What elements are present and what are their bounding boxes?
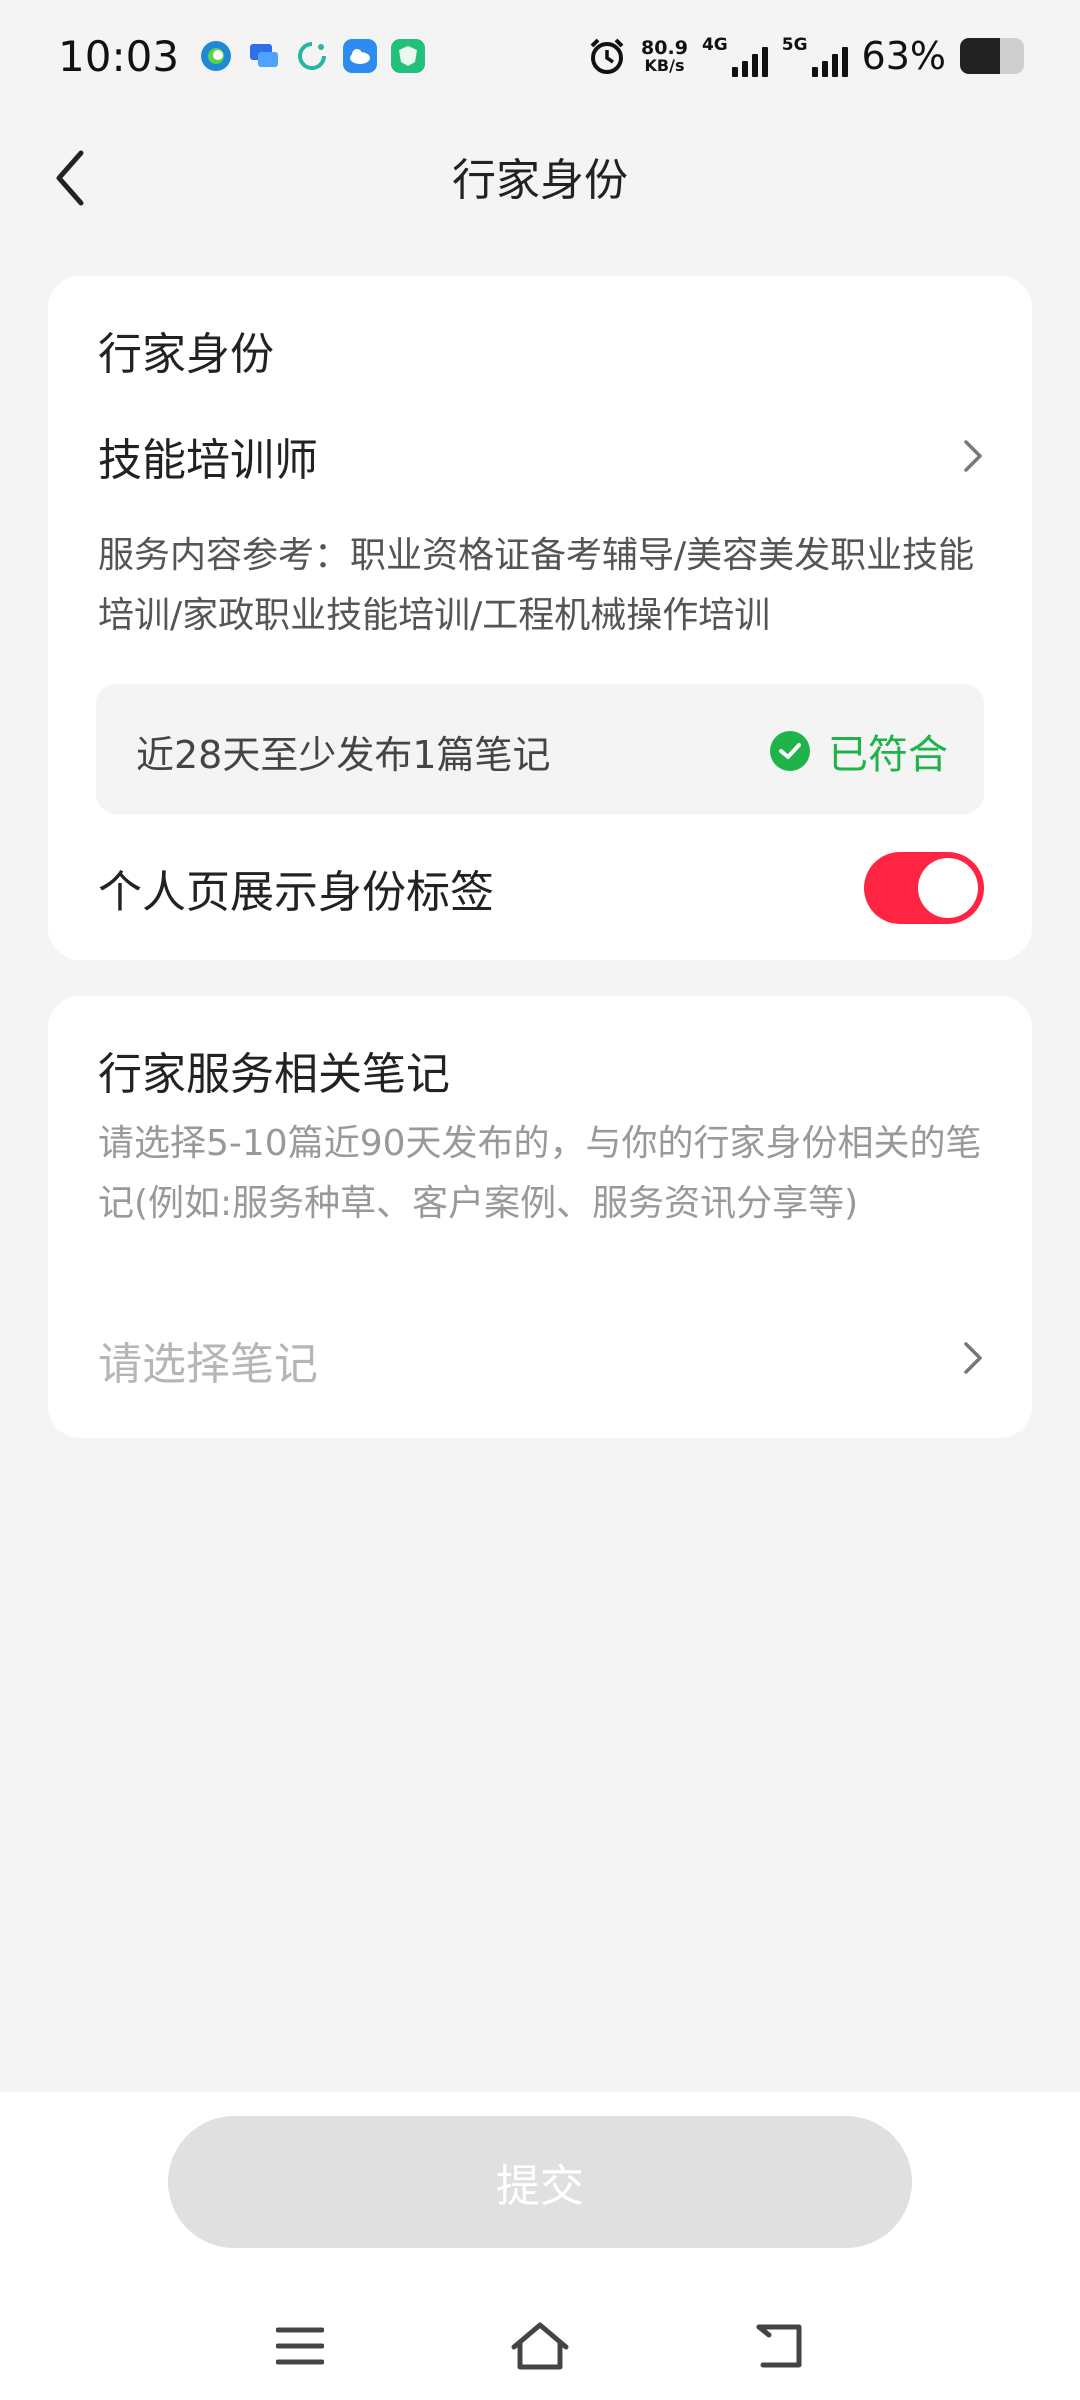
- header: 行家身份: [0, 122, 1080, 226]
- system-nav-bar: [0, 2292, 1080, 2400]
- requirement-box: 近28天至少发布1篇笔记 已符合: [96, 684, 984, 814]
- page-title: 行家身份: [452, 155, 628, 206]
- menu-icon: [276, 2327, 324, 2365]
- chat-icon: [247, 39, 281, 73]
- select-notes-placeholder: 请选择笔记: [98, 1339, 318, 1390]
- alarm-icon: [590, 38, 624, 74]
- shield-icon: [391, 39, 426, 73]
- sim2-signal: 5G: [782, 35, 848, 77]
- status-time: 10:03: [58, 31, 180, 81]
- sim1-signal: 4G: [702, 35, 768, 77]
- home-icon: [511, 2322, 569, 2370]
- identity-selector[interactable]: 技能培训师: [48, 406, 1032, 506]
- battery-icon: [960, 38, 1024, 74]
- show-identity-toggle[interactable]: [864, 852, 984, 924]
- back-nav-button[interactable]: [750, 2316, 810, 2376]
- net-speed-unit: KB/s: [644, 55, 685, 75]
- net-speed: 80.9 KB/s: [641, 36, 688, 75]
- bottom-area: 提交: [0, 2092, 1080, 2400]
- notification-icons: [199, 39, 426, 73]
- chevron-right-icon: [964, 440, 982, 472]
- battery-fill: [960, 38, 1001, 74]
- identity-card: 行家身份 技能培训师 服务内容参考：职业资格证备考辅导/美容美发职业技能培训/家…: [48, 276, 1032, 960]
- status-bar: 10:03 80.9 KB/s 4G 5G 63%: [0, 0, 1080, 112]
- sync-icon: [295, 39, 329, 73]
- signal-bars-icon: [811, 47, 848, 77]
- sim2-label: 5G: [781, 35, 808, 55]
- check-circle-icon: [770, 731, 810, 771]
- identity-description: 服务内容参考：职业资格证备考辅导/美容美发职业技能培训/家政职业技能培训/工程机…: [98, 535, 975, 636]
- battery-percent: 63%: [861, 34, 946, 78]
- identity-value: 技能培训师: [98, 435, 318, 486]
- cloud-icon: [343, 39, 378, 73]
- sim1-label: 4G: [701, 35, 728, 55]
- edge-icon: [199, 39, 233, 73]
- net-speed-value: 80.9: [641, 36, 688, 59]
- notes-card: 行家服务相关笔记 请选择5-10篇近90天发布的，与你的行家身份相关的笔记(例如…: [48, 996, 1032, 1438]
- identity-section-title: 行家身份: [98, 329, 274, 380]
- status-right: 80.9 KB/s 4G 5G 63%: [587, 34, 1024, 78]
- select-notes-row[interactable]: 请选择笔记: [48, 1306, 1032, 1406]
- requirement-text: 近28天至少发布1篇笔记: [136, 733, 551, 777]
- requirement-status: 已符合: [770, 722, 948, 780]
- menu-button[interactable]: [270, 2316, 330, 2376]
- signal-bars-icon: [731, 47, 768, 77]
- notes-section-title: 行家服务相关笔记: [98, 1049, 450, 1100]
- submit-button[interactable]: 提交: [168, 2116, 912, 2248]
- return-icon: [756, 2324, 802, 2368]
- home-button[interactable]: [510, 2316, 570, 2376]
- chevron-right-icon: [964, 1342, 982, 1374]
- notes-description: 请选择5-10篇近90天发布的，与你的行家身份相关的笔记(例如:服务种草、客户案…: [98, 1123, 982, 1224]
- toggle-knob: [918, 858, 978, 918]
- requirement-status-label: 已符合: [828, 732, 948, 778]
- toggle-label: 个人页展示身份标签: [98, 867, 494, 918]
